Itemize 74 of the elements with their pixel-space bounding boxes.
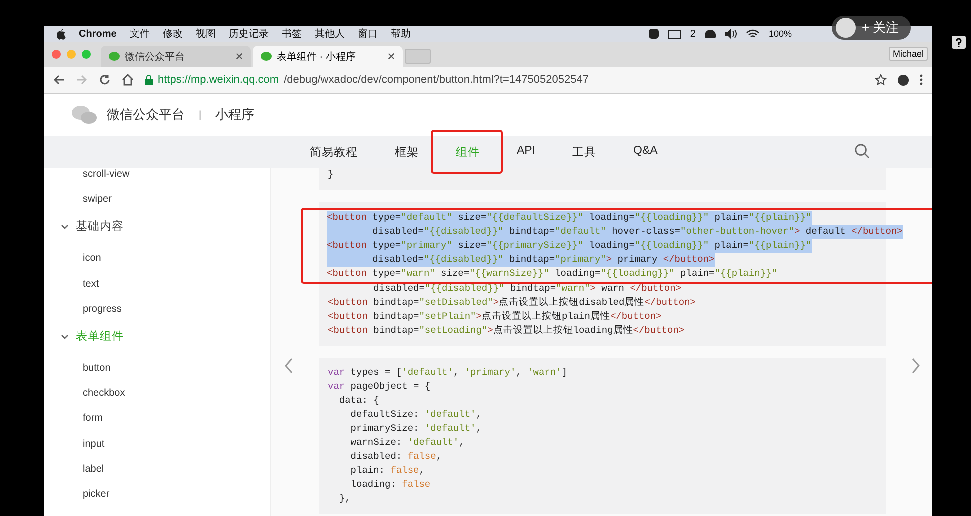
nav-link[interactable]: API xyxy=(511,144,542,156)
volume-icon[interactable] xyxy=(724,29,737,39)
nav-link[interactable]: 工具 xyxy=(566,146,603,158)
chevron-down-icon[interactable] xyxy=(61,332,69,341)
menu-item[interactable]: 文件 xyxy=(130,27,150,41)
profile-button[interactable]: Michael xyxy=(888,47,928,61)
camera-icon[interactable] xyxy=(668,30,682,38)
browser-tab[interactable]: 表单组件 · 小程序 xyxy=(253,46,403,67)
sidebar-item[interactable]: text xyxy=(61,278,270,303)
code-line: <button bindtap="setPlain">点击设置以上按钮plain属性</button> xyxy=(328,310,662,324)
code-line: var pageObject = { xyxy=(328,380,431,394)
extension-icon[interactable] xyxy=(898,74,909,86)
home-icon[interactable] xyxy=(122,74,134,86)
nav-link[interactable]: Q&A xyxy=(628,144,664,156)
logo-icon xyxy=(71,105,97,125)
code-line: <button bindtap="setDisabled">点击设置以上按钮disabled属性</button> xyxy=(328,296,696,310)
sidebar-item[interactable]: button xyxy=(61,362,270,388)
bookmark-star-icon[interactable] xyxy=(875,74,887,86)
code-line: disabled="{{disabled}}" bindtap="warn"> warn </button> xyxy=(372,282,682,296)
more-menu-icon[interactable] xyxy=(920,74,923,86)
sidebar-item[interactable]: picker xyxy=(61,488,270,514)
menu-app-name[interactable]: Chrome xyxy=(79,28,117,40)
app-icon[interactable] xyxy=(649,29,660,39)
wifi-icon[interactable] xyxy=(746,29,760,39)
code-line: defaultSize: 'default', xyxy=(350,408,482,422)
notification-count[interactable]: 2 xyxy=(690,28,696,40)
menu-item[interactable]: 其他人 xyxy=(314,27,345,41)
chevron-down-icon[interactable] xyxy=(61,223,69,232)
sidebar-group[interactable]: 基础内容 xyxy=(76,220,124,234)
nav-link[interactable]: 简易教程 xyxy=(304,146,364,158)
code-line: primarySize: 'default', xyxy=(350,422,482,436)
back-icon[interactable] xyxy=(53,74,65,86)
code-line: } xyxy=(328,168,334,182)
header-separator: | xyxy=(199,110,202,120)
sidebar-item[interactable]: icon xyxy=(61,252,270,278)
code-line: loading: false xyxy=(350,478,431,492)
sidebar-item[interactable]: label xyxy=(61,462,270,488)
code-line: warnSize: 'default', xyxy=(350,436,465,450)
code-line: }, xyxy=(338,492,351,506)
code-line: disabled: false, xyxy=(350,450,442,464)
sidebar-item[interactable]: swiper xyxy=(61,193,270,218)
avatar-icon xyxy=(836,18,856,38)
close-icon[interactable] xyxy=(388,53,395,60)
chat-bubbles-icon xyxy=(261,52,272,61)
menu-item[interactable]: 窗口 xyxy=(358,27,378,41)
sidebar-item[interactable]: checkbox xyxy=(61,387,270,412)
section-name[interactable]: 小程序 xyxy=(216,106,255,124)
close-icon[interactable] xyxy=(236,53,243,60)
site-name[interactable]: 微信公众平台 xyxy=(107,106,185,124)
lock-icon xyxy=(145,75,153,85)
battery-level[interactable]: 100% xyxy=(768,29,792,39)
apple-icon[interactable] xyxy=(57,28,66,40)
sidebar-item[interactable]: form xyxy=(61,412,270,438)
reload-icon[interactable] xyxy=(99,74,111,86)
menu-item[interactable]: 修改 xyxy=(162,27,183,41)
nav-link[interactable]: 框架 xyxy=(389,146,425,158)
code-line: plain: false, xyxy=(350,464,425,478)
code-line: var types = ['default', 'primary', 'warn'] xyxy=(328,366,568,380)
code-line: data: { xyxy=(338,394,380,408)
code-line: <button bindtap="setLoading">点击设置以上按钮loading属性</button> xyxy=(328,324,685,338)
follow-button[interactable]: + 关注 xyxy=(832,16,912,40)
sidebar-item[interactable]: scroll-view xyxy=(61,168,270,194)
help-icon[interactable] xyxy=(952,36,966,52)
hat-icon[interactable] xyxy=(704,30,716,38)
browser-tab[interactable]: 微信公众平台 xyxy=(101,46,251,67)
search-icon[interactable] xyxy=(855,144,870,159)
menu-item[interactable]: 书签 xyxy=(282,27,302,41)
code-line: <button type="warn" size="{{warnSize}}" loading="{{loading}}" plain="{{plain}}" xyxy=(327,267,778,281)
sidebar-item[interactable]: input xyxy=(61,438,270,463)
chat-bubbles-icon xyxy=(109,52,120,61)
sidebar-item[interactable]: progress xyxy=(61,302,270,328)
menu-item[interactable]: 视图 xyxy=(196,27,216,41)
menu-item[interactable]: 帮助 xyxy=(390,27,411,41)
menu-item[interactable]: 历史记录 xyxy=(228,27,269,41)
